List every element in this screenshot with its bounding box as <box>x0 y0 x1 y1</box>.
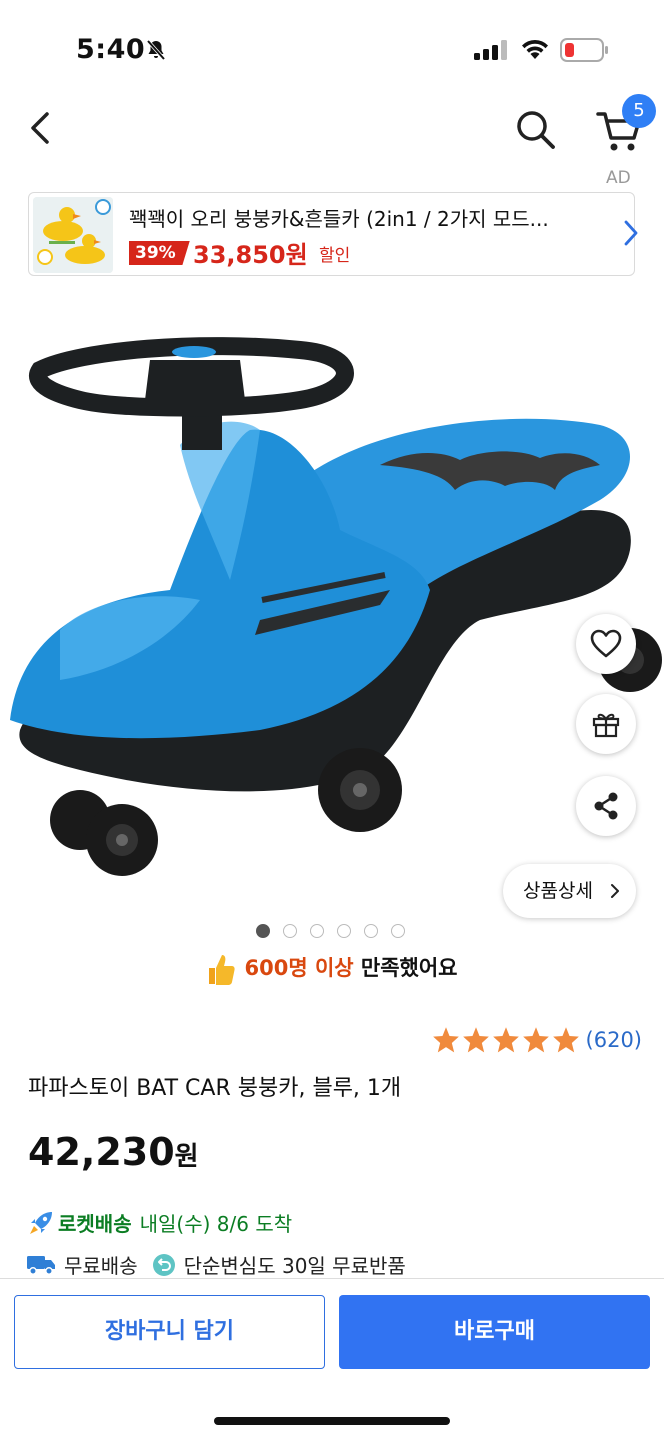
product-title: 파파스토이 BAT CAR 붕붕카, 블루, 1개 <box>28 1076 402 1101</box>
search-icon[interactable] <box>512 106 558 152</box>
ad-banner[interactable]: 꽥꽥이 오리 붕붕카&흔들카 (2in1 / 2가지 모드... 39% 33,… <box>28 192 638 276</box>
satisfaction-text: 만족했어요 <box>360 956 458 980</box>
star-icon <box>492 1027 519 1053</box>
benefits-row: 무료배송 단순변심도 30일 무료반품 <box>26 1250 420 1279</box>
status-time: 5:40 <box>76 34 146 65</box>
battery-icon <box>560 38 608 62</box>
bell-slash-icon <box>146 39 166 61</box>
chevron-right-icon <box>611 884 619 898</box>
gift-icon <box>592 713 620 738</box>
wifi-icon <box>522 39 548 59</box>
product-price: 42,230원 <box>28 1130 199 1174</box>
delivery-date: 내일(수) 8/6 도착 <box>139 1212 293 1236</box>
star-icon <box>432 1027 459 1053</box>
price-unit: 원 <box>174 1142 199 1172</box>
ad-title: 꽥꽥이 오리 붕붕카&흔들카 (2in1 / 2가지 모드... <box>129 207 549 231</box>
free-shipping-text: 무료배송 <box>64 1254 138 1278</box>
carousel-dot[interactable] <box>364 924 378 938</box>
rocket-delivery-label: 로켓배송 <box>58 1212 132 1236</box>
wishlist-button[interactable] <box>576 614 636 674</box>
signal-icon <box>474 40 507 60</box>
star-icon <box>522 1027 549 1053</box>
back-icon[interactable] <box>22 108 62 148</box>
add-to-cart-button[interactable]: 장바구니 담기 <box>14 1295 325 1369</box>
rating-count[interactable]: (620) <box>586 1028 642 1052</box>
carousel-dot[interactable] <box>310 924 324 938</box>
cart-count-badge: 5 <box>622 94 656 128</box>
heart-icon <box>590 629 622 658</box>
star-icon <box>462 1027 489 1053</box>
product-detail-label: 상품상세 <box>523 880 593 902</box>
gift-button[interactable] <box>576 694 636 754</box>
share-button[interactable] <box>576 776 636 836</box>
ad-label: AD <box>606 168 631 188</box>
rocket-icon <box>30 1211 52 1234</box>
ad-sale-label: 할인 <box>319 246 351 266</box>
ad-price: 33,850원 <box>193 241 308 269</box>
ad-discount-badge: 39% <box>129 241 190 265</box>
carousel-dot[interactable] <box>283 924 297 938</box>
carousel-dot[interactable] <box>391 924 405 938</box>
buy-now-button[interactable]: 바로구매 <box>339 1295 650 1369</box>
return-icon <box>152 1253 175 1276</box>
share-icon <box>594 792 618 820</box>
carousel-dot[interactable] <box>337 924 351 938</box>
star-icon <box>552 1027 579 1053</box>
satisfaction-count: 600명 이상 <box>244 956 354 980</box>
ad-thumbnail-image <box>33 197 113 273</box>
truck-icon <box>27 1255 55 1275</box>
rating[interactable]: (620) <box>430 1026 642 1053</box>
free-return-text: 단순변심도 30일 무료반품 <box>183 1254 406 1278</box>
thumbs-up-icon <box>209 955 236 985</box>
chevron-right-icon <box>624 220 638 246</box>
carousel-dot[interactable] <box>256 924 270 938</box>
delivery-info: 로켓배송 내일(수) 8/6 도착 <box>28 1208 292 1237</box>
product-image[interactable] <box>0 300 664 900</box>
price-number: 42,230 <box>28 1130 175 1174</box>
satisfaction-summary: 600명 이상 만족했어요 <box>0 952 664 986</box>
product-detail-button[interactable]: 상품상세 <box>503 864 636 918</box>
status-bar: 5:40 <box>0 0 664 96</box>
bottom-action-bar: 장바구니 담기 바로구매 <box>0 1278 664 1440</box>
image-carousel-indicator <box>256 924 405 938</box>
home-indicator <box>214 1417 450 1425</box>
